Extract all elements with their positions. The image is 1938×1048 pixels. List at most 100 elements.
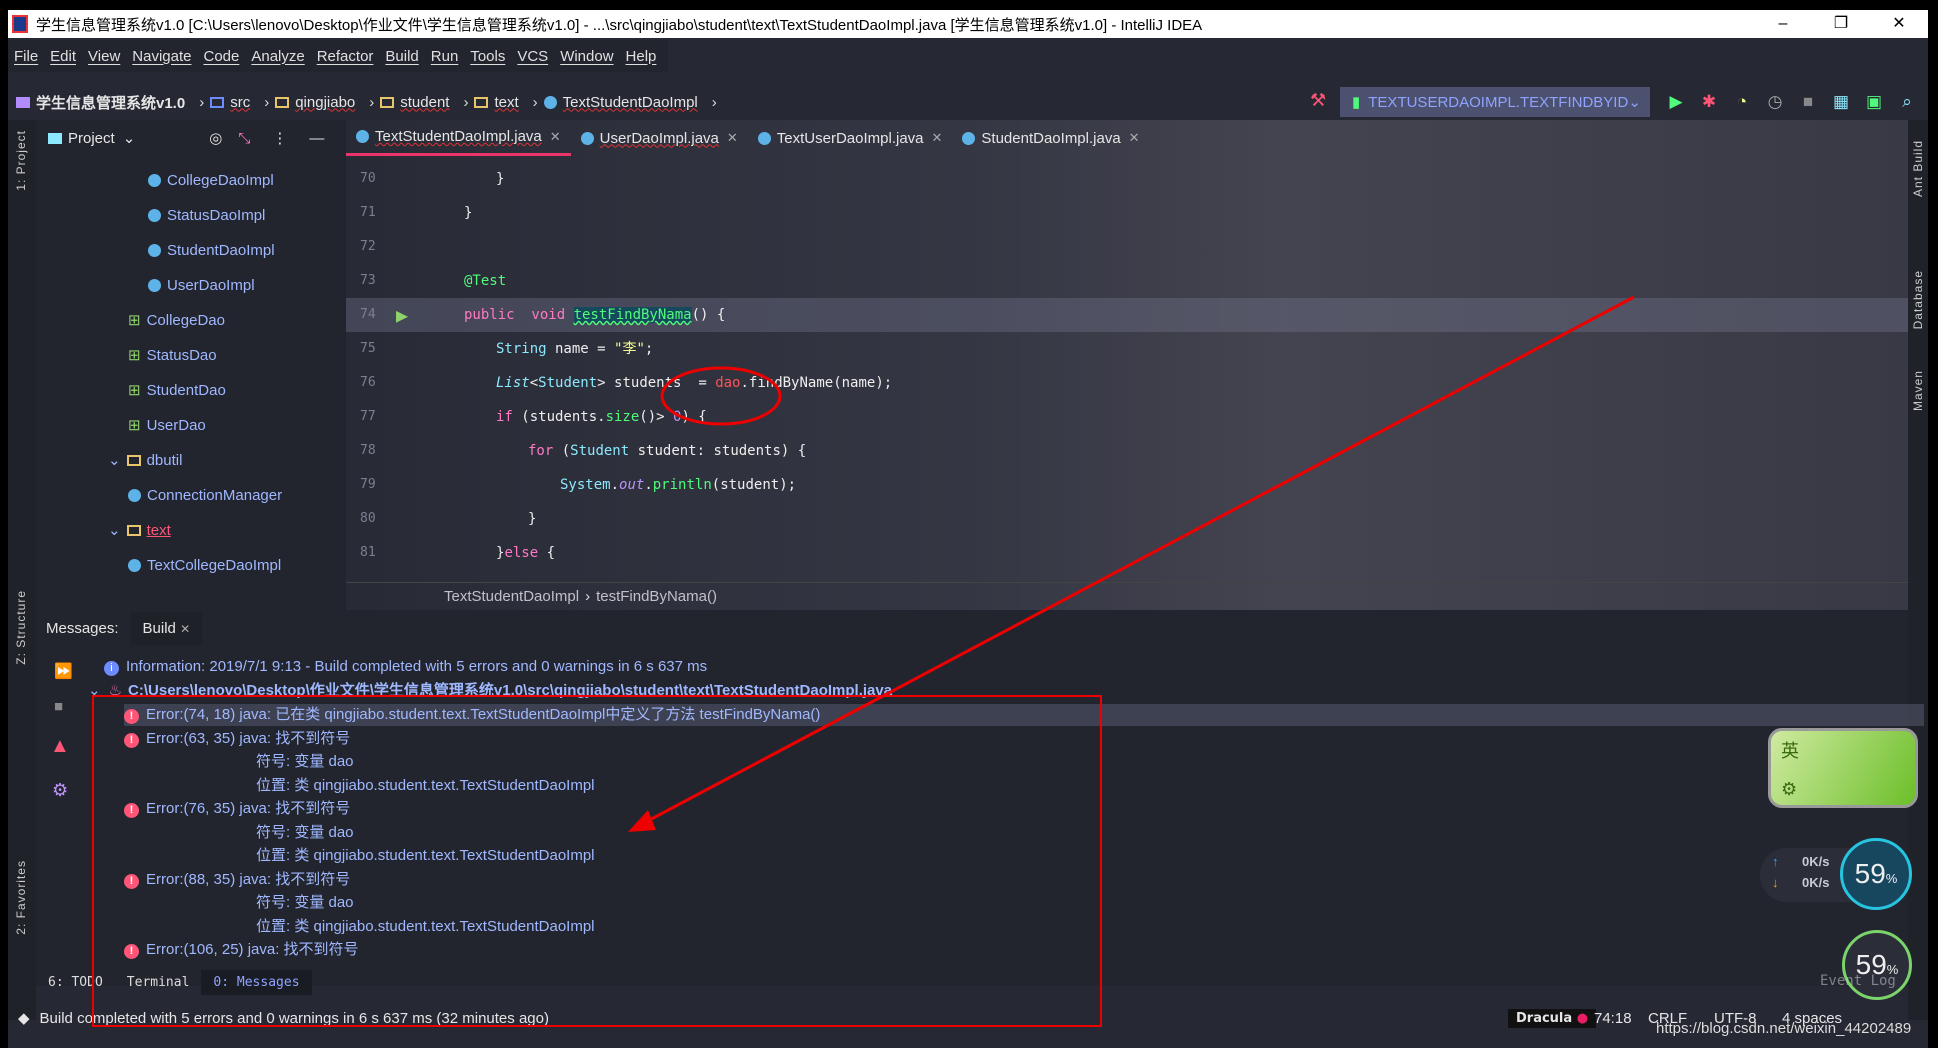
close-tab-icon[interactable]: ✕ (932, 130, 943, 146)
file-node[interactable]: ⌄ ♨ C:\Users\lenovo\Desktop\作业文件\学生信息管理系统v… (88, 680, 892, 702)
run-icon[interactable]: ▶ (1666, 92, 1686, 112)
close-icon[interactable]: ✕ (180, 622, 190, 636)
code-area[interactable]: 70} 71} 72 73 @Test 74 ▶ public void testFi… (346, 162, 1908, 570)
structure-tool-button[interactable]: Z: Structure (14, 590, 28, 665)
restore-button[interactable]: ❐ (1812, 10, 1870, 38)
editor-tab[interactable]: TextUserDaoImpl.java ✕ (748, 120, 953, 156)
ime-widget[interactable]: 英 ⚙ (1768, 728, 1918, 808)
error-message[interactable]: ! Error:(63, 35) java: 找不到符号 (124, 728, 350, 750)
error-message[interactable]: ! Error:(88, 35) java: 找不到符号 (124, 869, 350, 891)
tree-item[interactable]: ⊞ UserDao (128, 413, 206, 437)
close-tab-icon[interactable]: ✕ (1129, 130, 1140, 146)
settings-gear-icon[interactable]: ⚙ (52, 780, 68, 801)
close-tab-icon[interactable]: ✕ (727, 130, 738, 146)
tree-item[interactable]: ⊞ CollegeDao (128, 308, 225, 332)
project-panel-title[interactable]: Project (68, 130, 115, 147)
database-tool-button[interactable]: Database (1911, 270, 1925, 329)
build-hammer-icon[interactable]: ⚒ (1310, 90, 1326, 111)
warning-filter-icon[interactable]: ▲ (50, 735, 70, 758)
error-message[interactable]: ! Error:(106, 25) java: 找不到符号 (124, 939, 359, 961)
search-icon[interactable]: ⌕ (1897, 92, 1917, 112)
caret-position[interactable]: 74:18 (1594, 1010, 1632, 1027)
error-detail[interactable]: 符号: 变量 dao (256, 751, 354, 773)
chevron-down-icon[interactable]: ⌄ (123, 129, 136, 147)
minimize-button[interactable]: – (1754, 10, 1812, 38)
event-log-button[interactable]: Event Log (1820, 973, 1896, 989)
nav-text[interactable]: text (474, 94, 519, 111)
editor-tab[interactable]: TextStudentDaoImpl.java ✕ (346, 120, 571, 156)
tree-item[interactable]: CollegeDaoImpl (148, 168, 274, 192)
theme-badge[interactable]: Dracula ● (1508, 1008, 1597, 1028)
run-test-gutter-icon[interactable]: ▶ (396, 298, 408, 332)
stop-icon[interactable]: ■ (54, 698, 63, 715)
ant-build-tool-button[interactable]: Ant Build (1911, 140, 1925, 197)
chevron-down-icon[interactable]: ⌄ (108, 451, 121, 469)
run-configuration-dropdown[interactable]: ▮ TEXTUSERDAOIMPL.TEXTFINDBYID ⌄ (1340, 87, 1650, 117)
editor-tab[interactable]: StudentDaoImpl.java ✕ (952, 120, 1149, 156)
locate-icon[interactable]: ◎ (209, 129, 222, 147)
error-detail[interactable]: 符号: 变量 dao (256, 892, 354, 914)
terminal-icon[interactable]: ▣ (1864, 92, 1884, 112)
favorites-tool-button[interactable]: 2: Favorites (14, 860, 28, 935)
debug-icon[interactable]: ✱ (1699, 92, 1719, 112)
messages-tab[interactable]: 0: Messages (201, 969, 312, 995)
tree-item[interactable]: ⌄ text (108, 518, 171, 542)
breadcrumb-class[interactable]: TextStudentDaoImpl (444, 588, 579, 605)
interface-icon: ⊞ (128, 347, 141, 364)
error-detail[interactable]: 位置: 类 qingjiabo.student.text.TextStudent… (256, 916, 595, 938)
menu-refactor[interactable]: Refactor (317, 48, 374, 65)
menu-view[interactable]: View (88, 48, 120, 65)
more-icon[interactable]: ⋮ (272, 129, 287, 147)
tree-item[interactable]: ⊞ StatusDao (128, 343, 217, 367)
info-message[interactable]: i Information: 2019/7/1 9:13 - Build comp… (104, 656, 707, 678)
interface-icon: ⊞ (128, 312, 141, 329)
error-detail[interactable]: 位置: 类 qingjiabo.student.text.TextStudent… (256, 775, 595, 797)
menu-window[interactable]: Window (560, 48, 613, 65)
hide-icon[interactable]: — (309, 130, 324, 147)
tree-item[interactable]: StudentDaoImpl (148, 238, 275, 262)
coverage-icon[interactable]: ◔ (1732, 92, 1752, 112)
project-structure-icon[interactable]: ▦ (1831, 92, 1851, 112)
menu-edit[interactable]: Edit (50, 48, 76, 65)
error-detail[interactable]: 符号: 变量 dao (256, 822, 354, 844)
maven-tool-button[interactable]: Maven (1911, 370, 1925, 411)
menu-vcs[interactable]: VCS (517, 48, 548, 65)
error-message[interactable]: ! Error:(74, 18) java: 已在类 qingjiabo.stud… (124, 704, 1924, 726)
error-message[interactable]: ! Error:(76, 35) java: 找不到符号 (124, 798, 350, 820)
nav-student[interactable]: student (380, 94, 449, 111)
chevron-down-icon[interactable]: ⌄ (108, 521, 121, 539)
menu-tools[interactable]: Tools (470, 48, 505, 65)
tree-item[interactable]: ⌄ dbutil (108, 448, 182, 472)
menu-file[interactable]: File (14, 48, 38, 65)
breadcrumb-method[interactable]: testFindByNama() (596, 588, 717, 605)
editor-tab[interactable]: UserDaoImpl.java ✕ (571, 120, 748, 156)
menu-help[interactable]: Help (626, 48, 657, 65)
nav-project[interactable]: 学生信息管理系统v1.0 (16, 92, 185, 113)
project-tool-button[interactable]: 1: Project (14, 130, 28, 191)
menu-analyze[interactable]: Analyze (251, 48, 304, 65)
menu-build[interactable]: Build (385, 48, 418, 65)
build-tab[interactable]: Build ✕ (130, 611, 203, 645)
collapse-icon[interactable]: ⤡ (238, 130, 250, 147)
todo-tab[interactable]: 6: TODO (36, 970, 115, 995)
close-button[interactable]: ✕ (1870, 10, 1928, 38)
menu-navigate[interactable]: Navigate (132, 48, 191, 65)
nav-src[interactable]: src (210, 94, 250, 111)
error-detail[interactable]: 位置: 类 qingjiabo.student.text.TextStudent… (256, 845, 595, 867)
profiler-icon[interactable]: ◷ (1765, 92, 1785, 112)
code-editor[interactable]: TextStudentDaoImpl.java ✕ UserDaoImpl.java… (346, 120, 1908, 610)
rerun-icon[interactable]: ⏩ (54, 662, 73, 680)
terminal-tab[interactable]: Terminal (115, 970, 202, 995)
tree-item[interactable]: UserDaoImpl (148, 273, 255, 297)
nav-class[interactable]: TextStudentDaoImpl (543, 94, 698, 111)
tree-item[interactable]: ConnectionManager (128, 483, 282, 507)
tree-item[interactable]: TextCollegeDaoImpl (128, 553, 281, 577)
menu-run[interactable]: Run (431, 48, 459, 65)
status-message[interactable]: Build completed with 5 errors and 0 warn… (40, 1010, 549, 1027)
tree-item[interactable]: ⊞ StudentDao (128, 378, 226, 402)
nav-qingjiabo[interactable]: qingjiabo (275, 94, 355, 111)
tree-item[interactable]: StatusDaoImpl (148, 203, 265, 227)
menu-code[interactable]: Code (203, 48, 239, 65)
close-tab-icon[interactable]: ✕ (550, 129, 561, 145)
stop-icon[interactable]: ■ (1798, 92, 1818, 112)
